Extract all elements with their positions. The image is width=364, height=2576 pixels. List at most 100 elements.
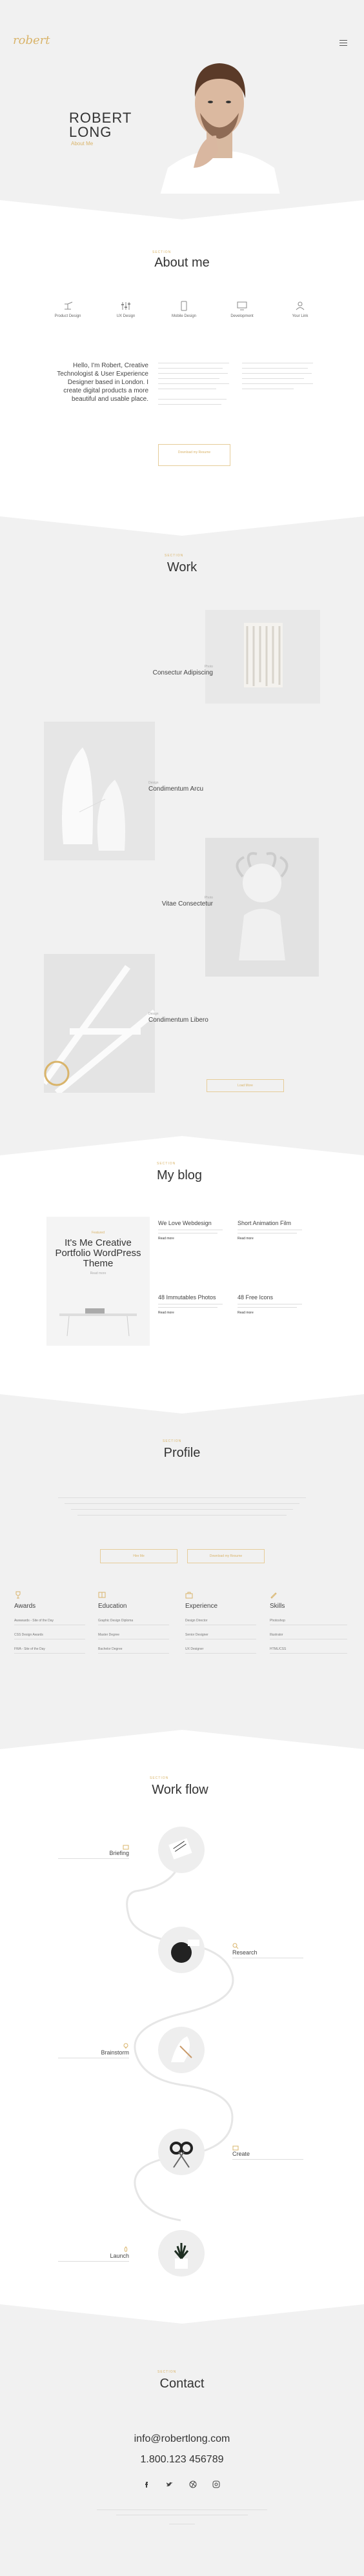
work-item-3[interactable] [205,838,319,977]
logo[interactable]: robert [13,34,50,47]
profile-kicker: SECTION [163,1439,182,1443]
instagram-icon[interactable] [212,2480,221,2489]
contact-phone[interactable]: 1.800.123 456789 [0,2454,364,2466]
blog-post-title: 48 Immutables Photos [158,1294,216,1301]
workflow-step-title: Research [232,1949,258,1956]
about-title: About me [154,256,210,270]
search-icon [232,1943,239,1949]
service-label: Your Link [292,314,308,318]
blog-post-4[interactable]: 48 Free Icons Read more [238,1294,308,1315]
workflow-step-4: Create [232,2144,310,2160]
download-resume-button[interactable]: Download my Resume [158,444,230,466]
featured-link[interactable]: Read more [46,1272,150,1276]
twitter-icon[interactable] [165,2480,174,2489]
hamburger-menu-icon[interactable] [339,40,347,46]
profile-column-title: Skills [270,1603,285,1610]
contact-section: SECTION Contact info@robertlong.com 1.80… [0,2304,364,2576]
blog-kicker: SECTION [157,1162,176,1166]
work-item-category: Design [148,1012,159,1016]
lightbulb-icon [123,2043,128,2049]
profile-column-awards: Awards Awwwards - Site of the Day CSS De… [14,1591,92,1654]
profile-item: Photoshop [270,1619,285,1623]
user-icon [296,301,305,310]
about-services: Product Design UX Design Mobile Design D… [39,300,329,326]
blog-post-more[interactable]: Read more [158,1237,229,1241]
profile-item: Master Degree [98,1633,120,1637]
hire-me-button[interactable]: Hire Me [100,1549,177,1563]
about-section: SECTION About me Product Design UX Desig… [0,219,364,516]
briefcase-icon [123,1845,129,1850]
smartphone-icon [181,301,187,311]
featured-title: It's Me Creative Portfolio WordPress The… [55,1237,141,1269]
blog-title: My blog [156,1168,203,1182]
work-item-title: Consectur Adipiscing [152,669,213,676]
about-intro: Hello, I'm Robert, Creative Technologist… [57,362,148,403]
blog-post-3[interactable]: 48 Immutables Photos Read more [158,1294,229,1315]
work-item-1-caption: Photo Consectur Adipiscing [152,665,213,676]
service-label: UX Design [116,314,136,318]
social-links [142,2480,222,2489]
service-product-design[interactable]: Product Design [39,300,97,318]
work-item-4[interactable] [44,954,155,1093]
workflow-step-3: Brainstorm [52,2043,129,2058]
rocket-icon [124,2246,128,2252]
profile-column-title: Education [98,1603,127,1610]
profile-item: UX Designer [185,1647,204,1651]
trophy-icon [15,1591,21,1599]
workflow-step-1: Briefing [52,1843,129,1859]
contact-title: Contact [159,2377,205,2391]
service-label: Product Design [54,314,81,318]
blog-post-title: Short Animation Film [238,1220,292,1226]
hero-section: robert ROBERT LONG About Me [0,0,364,213]
service-mobile-design[interactable]: Mobile Design [155,300,213,318]
workflow-step-5: Launch [52,2246,129,2262]
workflow-step-2: Research [232,1943,310,1958]
work-section: SECTION Work Photo Consectur Adipiscing … [0,516,364,1155]
profile-item: Senior Designer [185,1633,208,1637]
dribbble-icon[interactable] [188,2480,197,2489]
load-more-button[interactable]: Load More [207,1079,284,1092]
service-development[interactable]: Development [213,300,271,318]
workflow-step-4-image [158,2129,205,2175]
workflow-step-1-image [158,1827,205,1873]
profile-item: FWA - Site of the Day [14,1647,45,1651]
pencil-icon [270,1592,277,1599]
work-item-title: Vitae Consectetur [161,900,213,908]
blog-post-more[interactable]: Read more [238,1237,308,1241]
profile-column-skills: Skills Photoshop Illustrator HTML/CSS [270,1591,350,1654]
blog-post-more[interactable]: Read more [158,1311,229,1315]
blog-post-1[interactable]: We Love Webdesign Read more [158,1220,229,1241]
work-item-2[interactable] [44,722,155,860]
featured-kicker: Featured [91,1231,105,1235]
work-title: Work [167,560,197,574]
workflow-title: Work flow [152,1783,208,1797]
profile-column-education: Education Graphic Design Diploma Master … [98,1591,176,1654]
briefcase-icon [232,2145,239,2151]
blog-post-title: We Love Webdesign [158,1220,212,1226]
contact-kicker: SECTION [157,2370,177,2374]
blog-section: SECTION My blog Featured It's Me Creativ… [0,1155,364,1394]
about-me-link[interactable]: About Me [71,141,93,147]
workflow-step-title: Briefing [109,1850,129,1856]
work-item-1[interactable] [205,610,320,704]
service-label: Development [230,314,254,318]
profile-title: Profile [163,1446,201,1460]
service-ux-design[interactable]: UX Design [97,300,155,318]
profile-column-experience: Experience Design Director Senior Design… [185,1591,263,1654]
profile-resume-button[interactable]: Download my Resume [187,1549,265,1563]
facebook-icon[interactable] [142,2480,151,2489]
work-item-3-caption: Photo Vitae Consectetur [148,896,213,908]
featured-post[interactable]: Featured It's Me Creative Portfolio Word… [46,1217,150,1346]
work-kicker: SECTION [165,554,184,558]
work-item-category: Photo [204,665,213,669]
contact-email[interactable]: info@robertlong.com [0,2433,364,2445]
hero-last-name: LONG [69,124,112,140]
sliders-icon [121,302,130,310]
workflow-step-title: Launch [110,2253,129,2259]
blog-post-2[interactable]: Short Animation Film Read more [238,1220,308,1241]
blog-post-title: 48 Free Icons [238,1294,274,1301]
workflow-kicker: SECTION [150,1776,169,1780]
monitor-icon [237,301,247,310]
blog-post-more[interactable]: Read more [238,1311,308,1315]
service-your-link[interactable]: Your Link [271,300,329,318]
